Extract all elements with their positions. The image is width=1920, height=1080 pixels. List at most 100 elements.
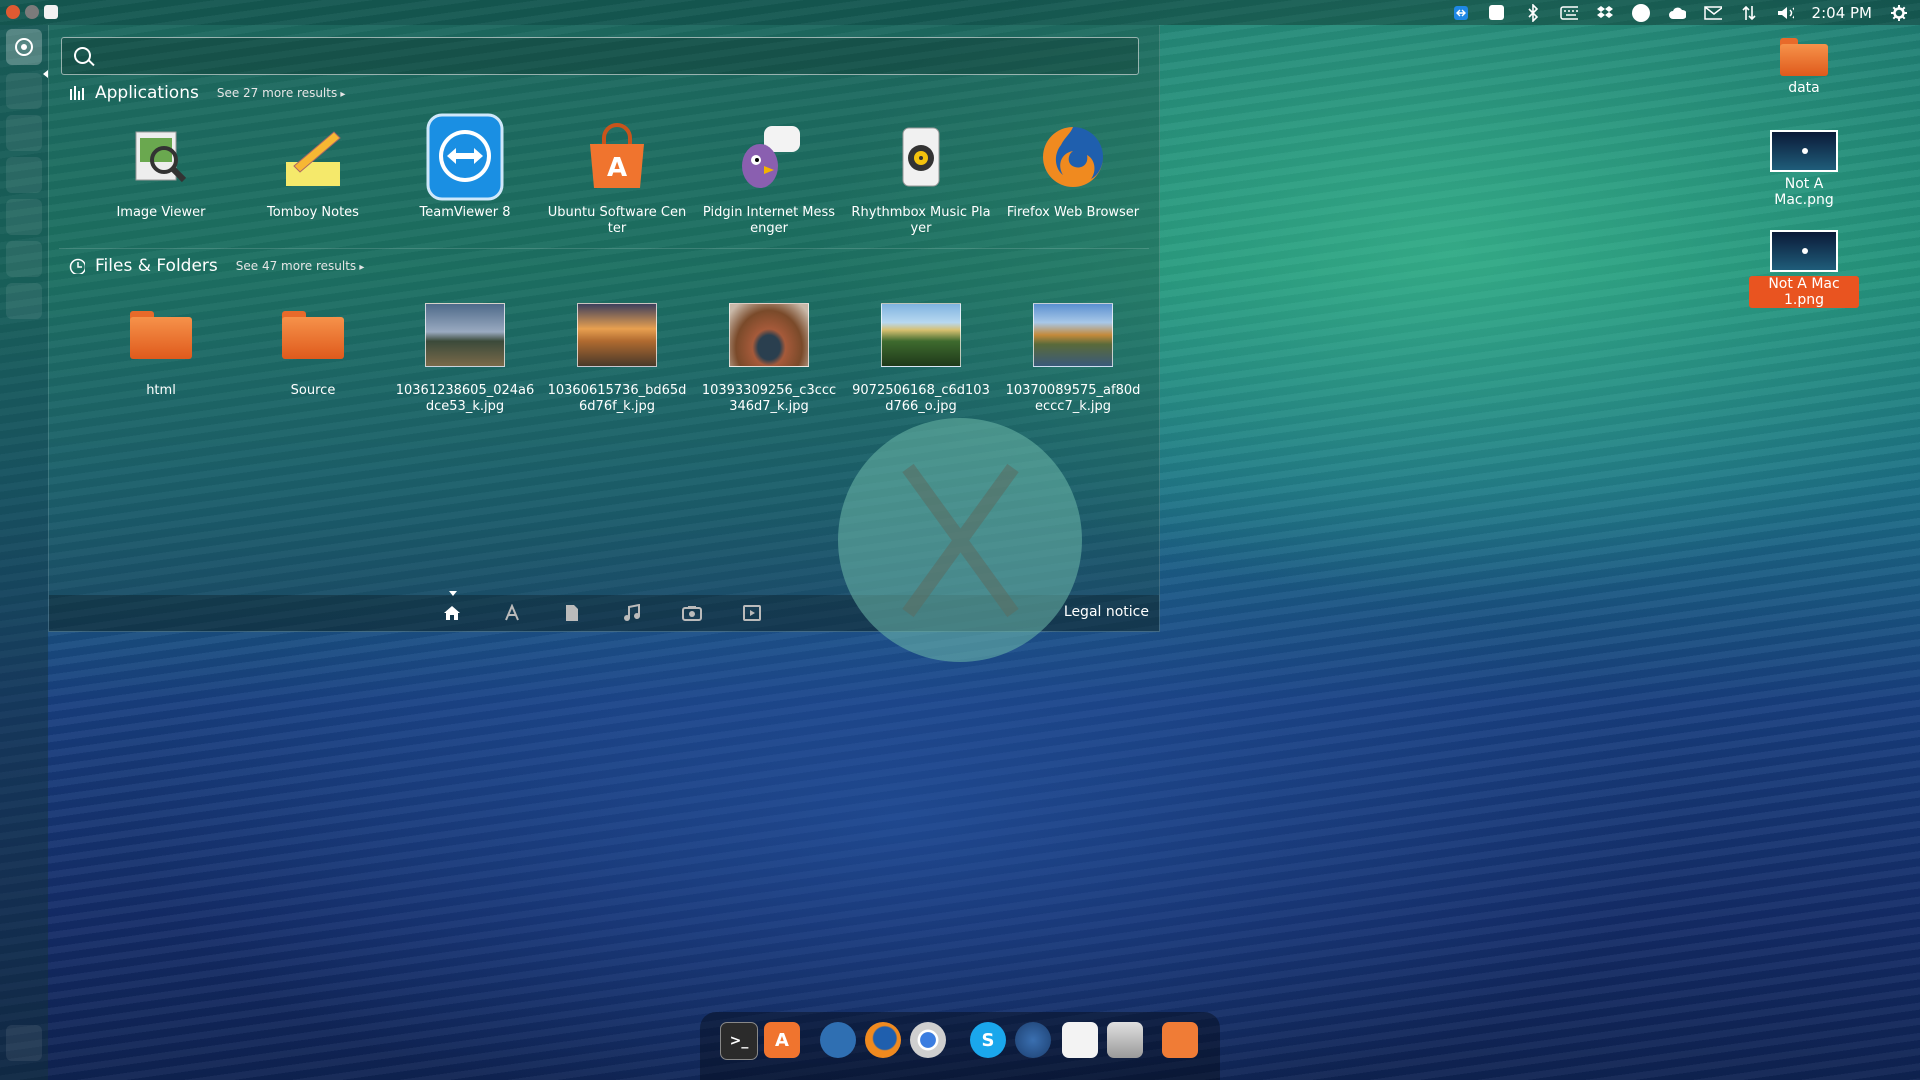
dash-home-button[interactable]: [6, 29, 42, 65]
applications-title: Applications: [95, 83, 199, 103]
search-icon: [74, 47, 91, 64]
folder-icon: [1780, 38, 1828, 76]
files-more-link[interactable]: See 47 more results: [236, 259, 365, 273]
file-item[interactable]: 10370089575_af80deccc7_k.jpg: [997, 295, 1149, 415]
web-browser-icon[interactable]: [1015, 1022, 1051, 1058]
files-grid: html Source 10361238605_024a6dce53_k.jpg…: [85, 295, 1149, 415]
app-label: TeamViewer 8: [419, 205, 511, 220]
software-center-dock-icon[interactable]: A: [764, 1022, 800, 1058]
maximize-window-button[interactable]: [44, 5, 58, 19]
app-image-viewer[interactable]: Image Viewer: [85, 117, 237, 237]
file-label: 9072506168_c6d103d766_o.jpg: [852, 383, 990, 414]
launcher-item-thunderbird[interactable]: [6, 73, 42, 109]
mail-icon[interactable]: [1703, 4, 1722, 22]
file-item[interactable]: 10361238605_024a6dce53_k.jpg: [389, 295, 541, 415]
file-label: Source: [290, 383, 336, 398]
launcher-item-files[interactable]: [6, 283, 42, 319]
top-panel: 2:04 PM: [0, 0, 1920, 25]
video-lens-icon[interactable]: [742, 603, 762, 623]
music-lens-icon[interactable]: [622, 603, 642, 623]
app-rhythmbox[interactable]: Rhythmbox Music Player: [845, 117, 997, 237]
file-label: 10361238605_024a6dce53_k.jpg: [395, 383, 535, 414]
minimize-window-button[interactable]: [25, 5, 39, 19]
desktop-icon-not-a-mac[interactable]: Not A Mac.png: [1749, 130, 1859, 208]
launcher-item-skype[interactable]: [6, 157, 42, 193]
clock-icon: [69, 258, 85, 274]
app-pidgin[interactable]: Pidgin Internet Messenger: [693, 117, 845, 237]
pidgin-icon: [729, 117, 809, 197]
backup-folder-icon[interactable]: [1162, 1022, 1198, 1058]
app-tomboy-notes[interactable]: Tomboy Notes: [237, 117, 389, 237]
indicator-area: 2:04 PM: [1452, 0, 1908, 25]
image-file-icon: [1770, 130, 1838, 172]
circle-icon[interactable]: [1631, 3, 1650, 22]
thunderbird-icon[interactable]: [820, 1022, 856, 1058]
file-item[interactable]: html: [85, 295, 237, 415]
desktop-icon-data[interactable]: data: [1749, 38, 1859, 96]
file-item[interactable]: Source: [237, 295, 389, 415]
file-label: html: [146, 383, 176, 398]
skype-icon[interactable]: S: [970, 1022, 1006, 1058]
image-thumbnail: [425, 295, 505, 375]
teamviewer-icon[interactable]: [1452, 4, 1470, 22]
photos-lens-icon[interactable]: [682, 603, 702, 623]
app-label: Rhythmbox Music Player: [851, 205, 991, 236]
software-center-icon: A: [577, 117, 657, 197]
launcher-item-chromium[interactable]: [6, 115, 42, 151]
network-icon[interactable]: [1740, 4, 1758, 22]
chromium-icon[interactable]: [910, 1022, 946, 1058]
home-lens-icon[interactable]: [442, 603, 462, 623]
files-header: Files & Folders See 47 more results: [69, 256, 364, 276]
file-label: 10360615736_bd65d6d76f_k.jpg: [547, 383, 687, 414]
image-thumbnail: [1033, 295, 1113, 375]
terminal-icon[interactable]: >_: [720, 1022, 758, 1060]
app-ubuntu-software-center[interactable]: A Ubuntu Software Center: [541, 117, 693, 237]
image-file-icon: [1770, 230, 1838, 272]
image-viewer-icon: [121, 117, 201, 197]
applications-more-link[interactable]: See 27 more results: [217, 86, 346, 100]
close-window-button[interactable]: [6, 5, 20, 19]
bluetooth-icon[interactable]: [1524, 3, 1542, 22]
volume-icon[interactable]: [1776, 4, 1794, 22]
svg-text:A: A: [607, 153, 627, 183]
launcher: [0, 25, 48, 1080]
app-label: Pidgin Internet Messenger: [702, 205, 836, 236]
app-label: Tomboy Notes: [267, 205, 359, 220]
section-divider: [59, 248, 1149, 249]
desktop-icon-label: data: [1788, 80, 1820, 96]
text-editor-icon[interactable]: [1062, 1022, 1098, 1058]
launcher-item-browser[interactable]: [6, 199, 42, 235]
x-logo-watermark: [838, 418, 1082, 662]
file-item[interactable]: 10360615736_bd65d6d76f_k.jpg: [541, 295, 693, 415]
launcher-item-editor[interactable]: [6, 241, 42, 277]
clock[interactable]: 2:04 PM: [1812, 4, 1872, 22]
gear-icon[interactable]: [1890, 4, 1908, 22]
active-lens-indicator: [449, 591, 457, 596]
rhythmbox-icon: [881, 117, 961, 197]
app-teamviewer[interactable]: TeamViewer 8: [389, 113, 541, 237]
box-icon[interactable]: [1488, 4, 1506, 22]
firefox-dock-icon[interactable]: [865, 1022, 901, 1058]
trash-icon[interactable]: [6, 1025, 42, 1061]
app-label: Ubuntu Software Center: [547, 205, 687, 236]
cloud-icon[interactable]: [1668, 4, 1686, 22]
applications-lens-icon[interactable]: [502, 603, 522, 623]
search-field[interactable]: [61, 37, 1139, 76]
firefox-icon: [1033, 117, 1113, 197]
app-label: Firefox Web Browser: [1006, 205, 1140, 220]
files-lens-icon[interactable]: [562, 603, 582, 623]
file-item[interactable]: 10393309256_c3ccc346d7_k.jpg: [693, 295, 845, 415]
file-manager-icon[interactable]: [1107, 1022, 1143, 1058]
file-item[interactable]: 9072506168_c6d103d766_o.jpg: [845, 295, 997, 415]
teamviewer-app-icon: [425, 113, 505, 201]
search-input[interactable]: [106, 38, 1120, 76]
tomboy-notes-icon: [273, 117, 353, 197]
app-firefox[interactable]: Firefox Web Browser: [997, 117, 1149, 237]
app-label: Image Viewer: [116, 205, 206, 220]
dropbox-icon[interactable]: [1596, 4, 1614, 22]
desktop-icon-label: Not A Mac 1.png: [1749, 276, 1859, 308]
image-thumbnail: [577, 295, 657, 375]
files-title: Files & Folders: [95, 256, 218, 276]
keyboard-icon[interactable]: [1559, 4, 1578, 22]
desktop-icon-not-a-mac-1[interactable]: Not A Mac 1.png: [1749, 230, 1859, 308]
